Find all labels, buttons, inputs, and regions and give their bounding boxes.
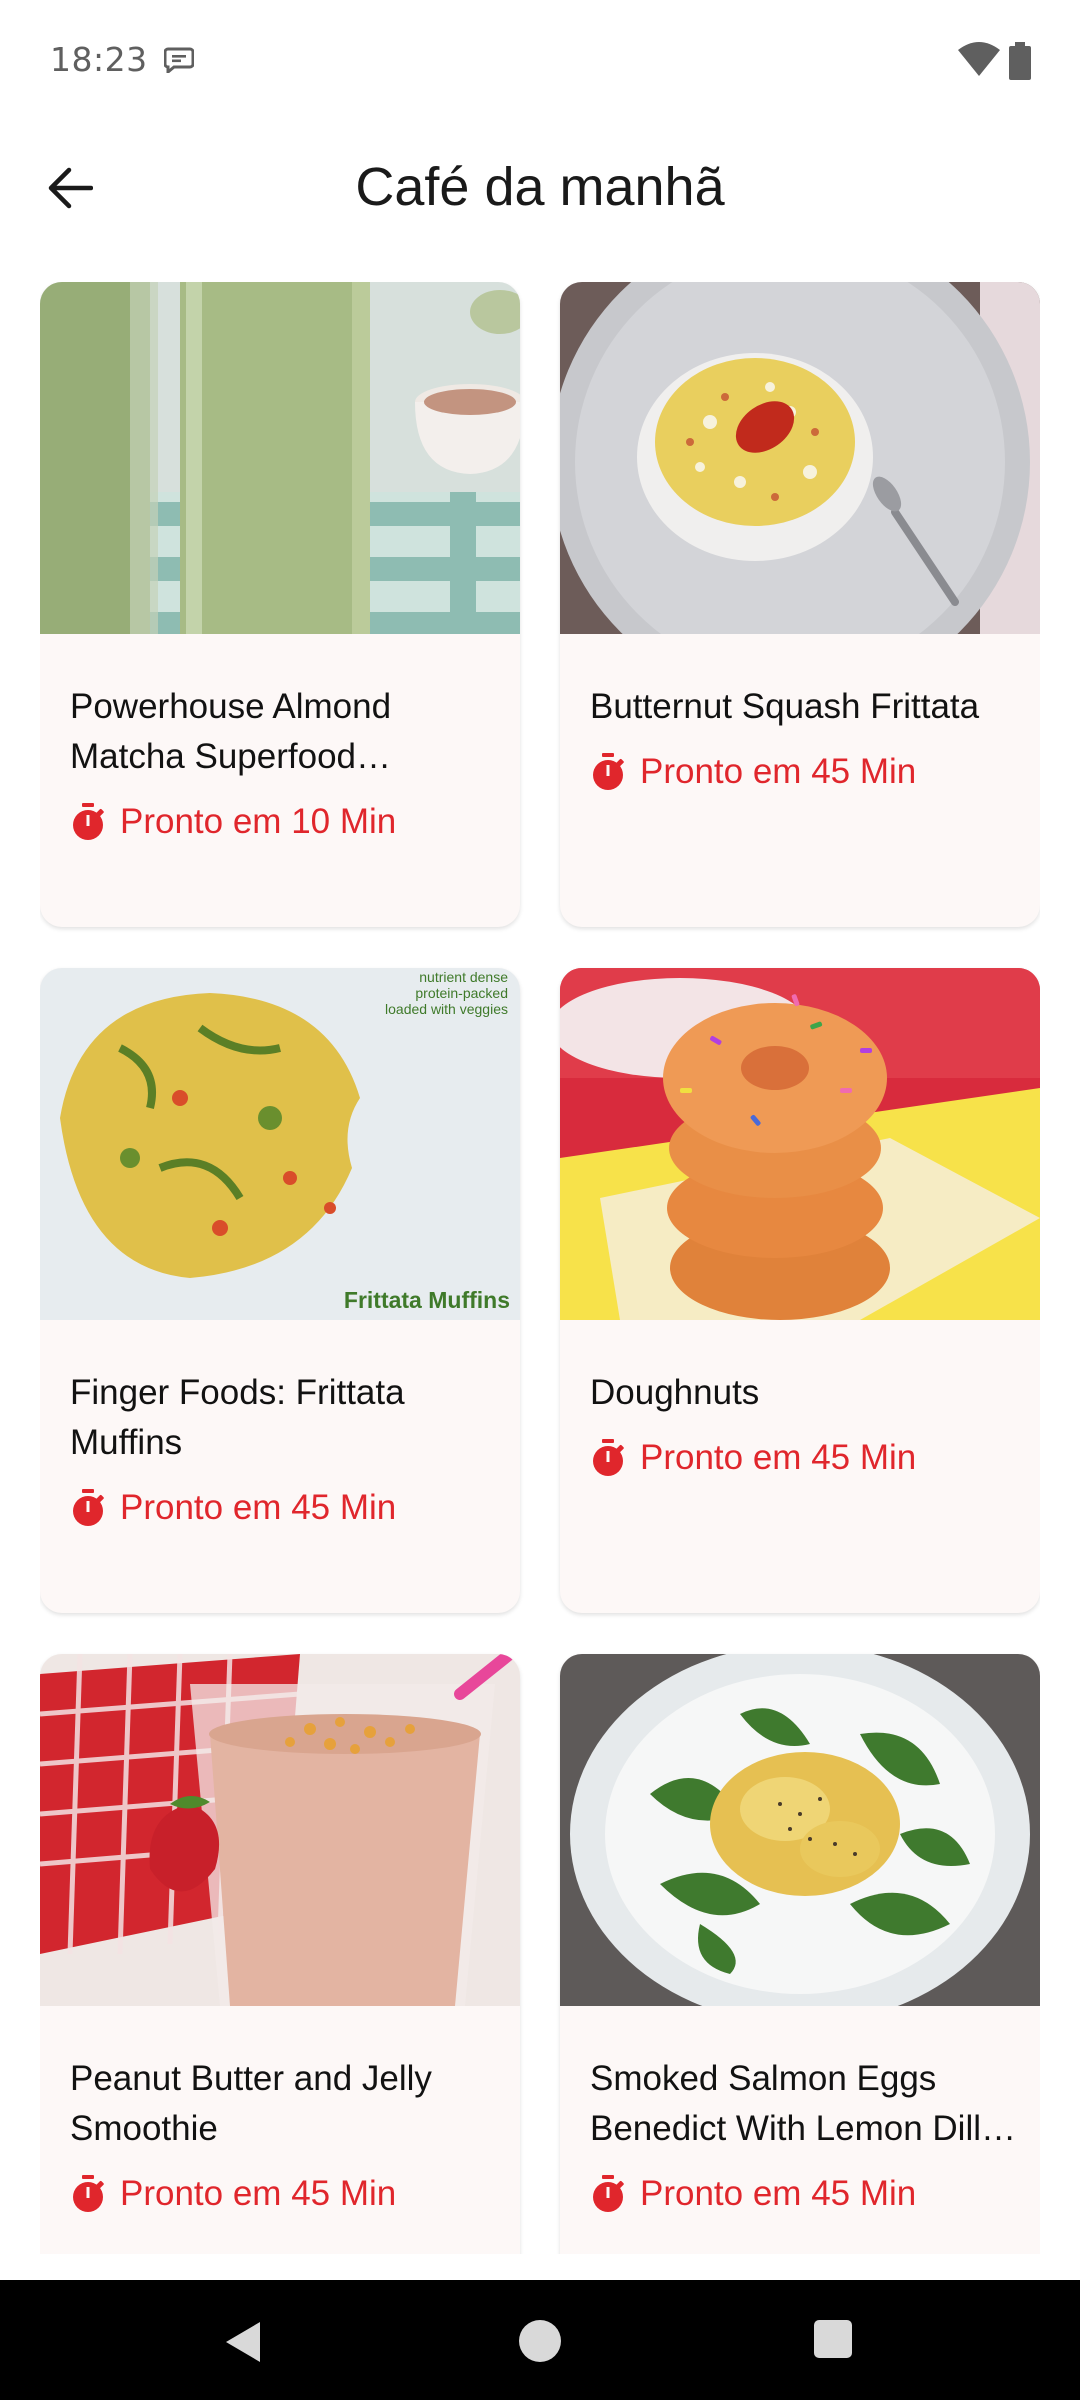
nav-back-icon[interactable] [222, 2320, 266, 2364]
recipe-title: Powerhouse Almond Matcha Superfood Smoot… [70, 687, 392, 776]
timer-icon [593, 1439, 624, 1476]
image-tagline: loaded with veggies [385, 1001, 508, 1017]
image-caption: Frittata Muffins [344, 1287, 510, 1313]
recipe-card[interactable]: Peanut Butter and Jelly Smoothie Pronto … [40, 1654, 520, 2254]
recipe-card[interactable]: Smoked Salmon Eggs Benedict With Lemon D… [560, 1654, 1040, 2254]
page-title: Café da manhã [355, 157, 725, 217]
ready-time: Pronto em 45 Min [590, 2174, 1016, 2214]
recipe-card[interactable]: Powerhouse Almond Matcha Superfood Smoot… [40, 282, 520, 927]
recipe-title: Peanut Butter and Jelly Smoothie [70, 2059, 432, 2148]
timer-icon [593, 2175, 624, 2212]
battery-icon [1009, 42, 1031, 80]
ready-time-label: Pronto em 45 Min [640, 2174, 917, 2213]
nav-recents-icon[interactable] [814, 2320, 852, 2358]
ready-time-label: Pronto em 45 Min [640, 752, 917, 791]
timer-icon [73, 803, 104, 840]
recipe-card[interactable]: Doughnuts Pronto em 45 Min [560, 968, 1040, 1613]
ready-time-label: Pronto em 45 Min [640, 1438, 917, 1477]
recipe-title: Smoked Salmon Eggs Benedict With Lemon D… [590, 2059, 981, 2148]
ready-time: Pronto em 10 Min [70, 802, 496, 842]
message-icon [164, 47, 194, 73]
image-tagline: protein-packed [415, 985, 508, 1001]
recipe-image [40, 1654, 520, 2006]
recipe-image [560, 282, 1040, 634]
ready-time-label: Pronto em 10 Min [120, 802, 397, 841]
app-bar: Café da manhã [0, 130, 1080, 246]
ready-time: Pronto em 45 Min [590, 752, 1016, 792]
recipe-card[interactable]: nutrient dense protein-packed loaded wit… [40, 968, 520, 1613]
image-tagline: nutrient dense [419, 969, 508, 985]
timer-icon [73, 2175, 104, 2212]
ready-time-label: Pronto em 45 Min [120, 1488, 397, 1527]
ready-time: Pronto em 45 Min [70, 2174, 496, 2214]
recipe-image [40, 282, 520, 634]
recipe-image [560, 1654, 1040, 2006]
recipe-title: Doughnuts [590, 1373, 760, 1412]
recipe-title: Butternut Squash Frittata [590, 687, 980, 726]
status-bar: 18:23 [0, 0, 1080, 120]
recipe-image: nutrient dense protein-packed loaded wit… [40, 968, 520, 1320]
recipe-card[interactable]: Butternut Squash Frittata Pronto em 45 M… [560, 282, 1040, 927]
system-nav-bar [0, 2280, 1080, 2400]
ready-time: Pronto em 45 Min [70, 1488, 496, 1528]
ready-time-label: Pronto em 45 Min [120, 2174, 397, 2213]
wifi-icon [958, 42, 1000, 76]
status-time: 18:23 [50, 40, 148, 79]
nav-home-icon[interactable] [519, 2320, 561, 2362]
recipe-image [560, 968, 1040, 1320]
timer-icon [593, 753, 624, 790]
recipe-grid: Powerhouse Almond Matcha Superfood Smoot… [40, 282, 1040, 2254]
timer-icon [73, 1489, 104, 1526]
recipe-title: Finger Foods: Frittata Muffins [70, 1373, 405, 1462]
ready-time: Pronto em 45 Min [590, 1438, 1016, 1478]
